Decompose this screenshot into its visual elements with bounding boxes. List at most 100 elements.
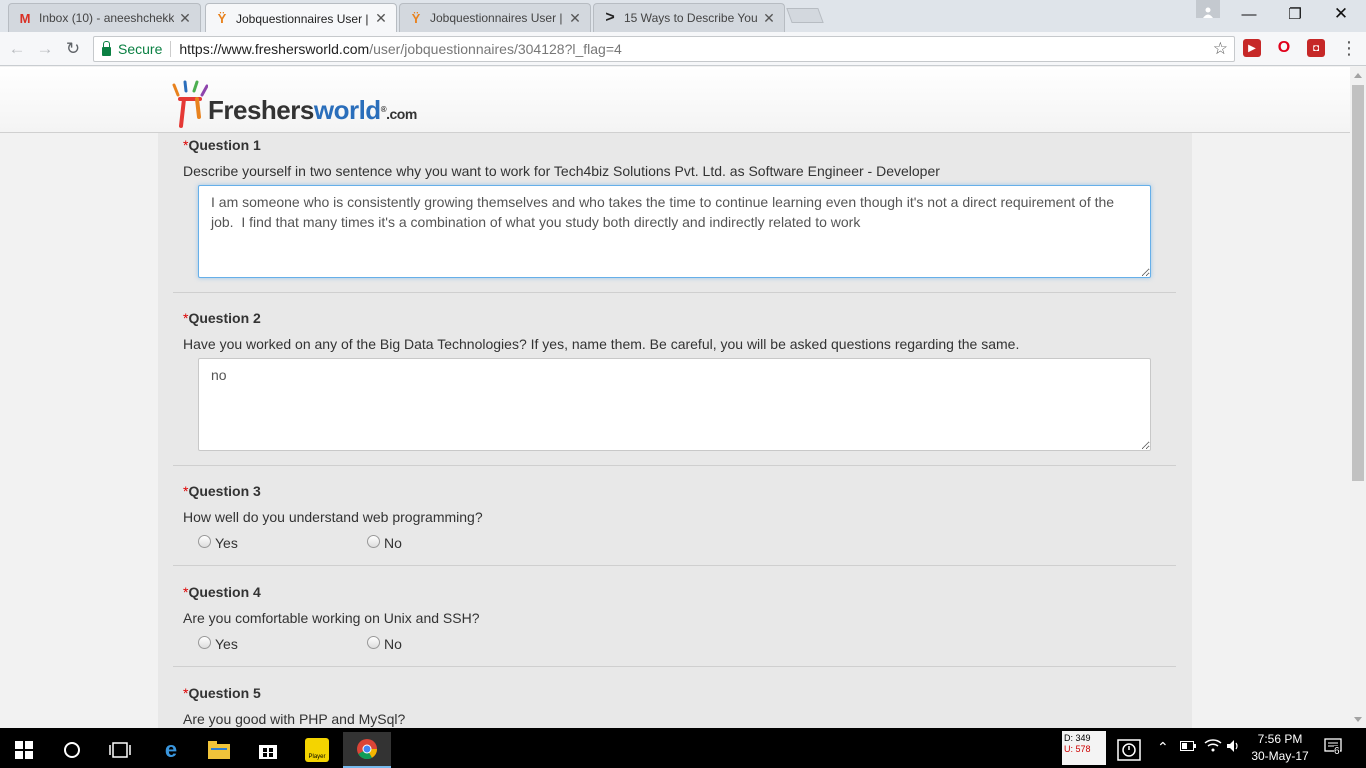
- forward-icon[interactable]: →: [33, 37, 57, 61]
- radio-label: Yes: [215, 636, 238, 652]
- question-4: *Question 4 Are you comfortable working …: [183, 584, 1175, 626]
- scroll-up-icon[interactable]: [1354, 73, 1362, 78]
- radio-option-yes[interactable]: Yes: [198, 534, 367, 551]
- opera-icon[interactable]: O: [1275, 39, 1293, 57]
- reload-icon[interactable]: ↻: [61, 37, 85, 61]
- question-text: Have you worked on any of the Big Data T…: [183, 336, 1020, 352]
- question-title: *Question 5: [183, 685, 1175, 701]
- page-viewport: Freshersworld®.com *Question 1 Describe …: [0, 67, 1350, 728]
- questionnaire-panel: *Question 1 Describe yourself in two sen…: [158, 133, 1192, 728]
- extension-icon[interactable]: ▶: [1243, 39, 1261, 57]
- radio-label: No: [384, 636, 402, 652]
- question-title: *Question 1: [183, 137, 1175, 153]
- answer-textarea-2[interactable]: [198, 358, 1151, 451]
- player-icon[interactable]: Player: [293, 732, 341, 768]
- notification-count: 6: [1334, 746, 1340, 757]
- tab-gmail[interactable]: M Inbox (10) - aneeshchekk ✕: [8, 3, 201, 32]
- task-view-icon[interactable]: [96, 732, 144, 768]
- question-title: *Question 3: [183, 483, 1175, 499]
- radio-label: No: [384, 535, 402, 551]
- close-window-icon[interactable]: ✕: [1318, 0, 1364, 28]
- clock-date: 30-May-17: [1251, 749, 1309, 763]
- page-scrollbar[interactable]: [1350, 67, 1366, 728]
- question-text: How well do you understand web programmi…: [183, 509, 483, 525]
- divider: [173, 465, 1176, 466]
- clock-time: 7:56 PM: [1257, 732, 1303, 746]
- chevron-icon: >: [605, 9, 615, 26]
- answer-textarea-1[interactable]: [198, 185, 1151, 278]
- close-icon[interactable]: ✕: [762, 10, 776, 27]
- radio-option-no[interactable]: No: [367, 534, 536, 551]
- volume-icon[interactable]: [1226, 739, 1242, 756]
- clock-app-icon[interactable]: [1116, 736, 1146, 762]
- restore-icon[interactable]: ❐: [1272, 0, 1318, 28]
- question-5: *Question 5 Are you good with PHP and My…: [183, 685, 1175, 727]
- question-text: Describe yourself in two sentence why yo…: [183, 163, 940, 179]
- store-icon[interactable]: [244, 732, 292, 768]
- battery-icon[interactable]: [1180, 740, 1196, 754]
- notifications-icon[interactable]: 6: [1324, 738, 1346, 758]
- site-header: Freshersworld®.com: [0, 67, 1350, 133]
- freshersworld-icon: Ϋ: [411, 10, 421, 26]
- radio-button[interactable]: [198, 534, 211, 548]
- divider: [173, 292, 1176, 293]
- menu-icon[interactable]: ⋮: [1340, 38, 1358, 58]
- tab-jobquestionnaires[interactable]: Ϋ Jobquestionnaires User | ✕: [399, 3, 591, 32]
- question-title: *Question 2: [183, 310, 1175, 326]
- question-label: Question 3: [188, 483, 261, 499]
- radio-option-yes[interactable]: Yes: [198, 635, 367, 652]
- tab-title: Inbox (10) - aneeshchekk: [39, 11, 174, 25]
- radio-button[interactable]: [198, 635, 211, 649]
- shield-icon[interactable]: ◘: [1307, 39, 1325, 57]
- radio-option-no[interactable]: No: [367, 635, 536, 652]
- secure-label: Secure: [118, 41, 163, 57]
- browser-toolbar: ← → ↻ Secure https://www.freshersworld.c…: [0, 32, 1366, 66]
- question-2: *Question 2 Have you worked on any of th…: [183, 310, 1175, 352]
- close-icon[interactable]: ✕: [568, 10, 582, 27]
- tab-jobquestionnaires-active[interactable]: Ϋ Jobquestionnaires User | ✕: [205, 3, 397, 33]
- logo-text: Freshersworld®.com: [208, 95, 417, 129]
- question-label: Question 2: [188, 310, 261, 326]
- scroll-down-icon[interactable]: [1354, 717, 1362, 722]
- divider: [173, 565, 1176, 566]
- close-icon[interactable]: ✕: [374, 10, 388, 27]
- system-clock[interactable]: 7:56 PM 30-May-17: [1244, 731, 1316, 765]
- radio-button[interactable]: [367, 534, 380, 548]
- minimize-icon[interactable]: —: [1226, 0, 1272, 28]
- edge-icon[interactable]: e: [147, 732, 195, 768]
- file-explorer-icon[interactable]: [195, 732, 243, 768]
- wifi-icon[interactable]: [1204, 738, 1222, 755]
- net-upload: U: 578: [1064, 744, 1091, 754]
- question-1: *Question 1 Describe yourself in two sen…: [183, 137, 1175, 179]
- network-meter[interactable]: D: 349 U: 578: [1062, 731, 1106, 765]
- question-3: *Question 3 How well do you understand w…: [183, 483, 1175, 525]
- url-host: https://www.freshersworld.com: [179, 41, 370, 57]
- tab-15-ways[interactable]: > 15 Ways to Describe You ✕: [593, 3, 785, 32]
- tab-strip: M Inbox (10) - aneeshchekk ✕ Ϋ Jobquesti…: [0, 0, 1366, 33]
- windows-start-icon[interactable]: [0, 732, 48, 768]
- new-tab-button[interactable]: [786, 8, 824, 23]
- radio-label: Yes: [215, 535, 238, 551]
- search-icon[interactable]: [48, 732, 96, 768]
- question-label: Question 4: [188, 584, 261, 600]
- url-path: /user/jobquestionnaires/304128?l_flag=4: [369, 41, 622, 57]
- radio-group-3: Yes No: [198, 534, 536, 551]
- gmail-icon: M: [19, 10, 31, 26]
- bookmark-star-icon[interactable]: ☆: [1213, 39, 1228, 59]
- logo-brand-b: world: [313, 95, 381, 125]
- radio-button[interactable]: [367, 635, 380, 649]
- profile-icon[interactable]: [1196, 0, 1220, 18]
- chrome-icon[interactable]: [343, 732, 391, 768]
- scrollbar-thumb[interactable]: [1352, 85, 1364, 481]
- freshersworld-logo[interactable]: Freshersworld®.com: [172, 79, 417, 129]
- chevron-up-icon[interactable]: ⌃: [1157, 739, 1169, 756]
- address-bar[interactable]: Secure https://www.freshersworld.com/use…: [93, 36, 1235, 62]
- logo-brand-a: Freshers: [208, 95, 314, 125]
- back-icon[interactable]: ←: [5, 37, 29, 61]
- close-icon[interactable]: ✕: [178, 10, 192, 27]
- tab-title: 15 Ways to Describe You: [624, 11, 758, 25]
- question-text: Are you comfortable working on Unix and …: [183, 610, 480, 626]
- player-label: Player: [305, 738, 329, 762]
- divider: [170, 41, 172, 57]
- question-title: *Question 4: [183, 584, 1175, 600]
